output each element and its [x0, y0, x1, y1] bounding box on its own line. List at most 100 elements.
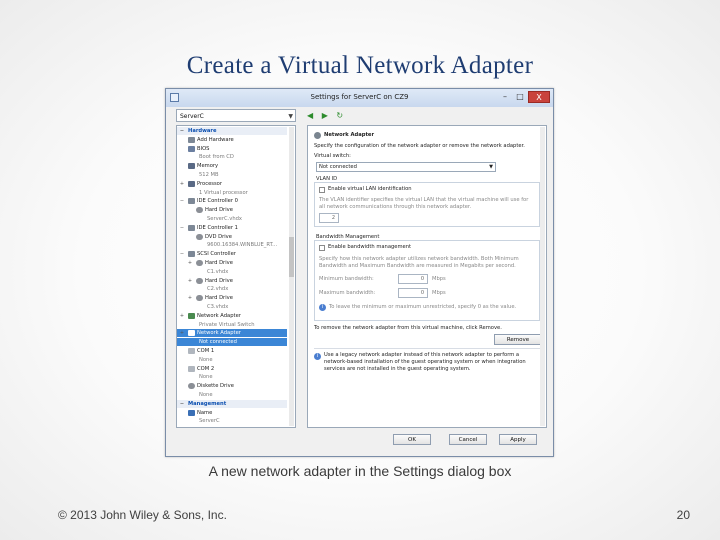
collapse-icon[interactable]: −: [179, 197, 185, 205]
legacy-adapter-note: Use a legacy network adapter instead of …: [324, 352, 526, 372]
tree-item-label: None: [199, 374, 213, 381]
remove-button[interactable]: Remove: [494, 334, 542, 345]
tree-item-detail[interactable]: None: [177, 373, 287, 381]
tree-item[interactable]: + Network Adapter: [177, 312, 287, 320]
tree-item-label: None: [199, 356, 213, 363]
expand-icon[interactable]: +: [187, 277, 193, 285]
vm-selector[interactable]: ServerC ▼: [176, 109, 296, 122]
slide-caption: A new network adapter in the Settings di…: [208, 463, 512, 479]
min-bandwidth-input[interactable]: 0: [398, 274, 428, 284]
vlan-checkbox[interactable]: [319, 187, 325, 193]
tree-item-detail[interactable]: Private Virtual Switch: [177, 321, 287, 329]
collapse-icon[interactable]: −: [179, 400, 185, 408]
cancel-button[interactable]: Cancel: [449, 434, 487, 445]
dvd-drive-icon: [196, 233, 203, 240]
settings-scrollbar[interactable]: [540, 127, 545, 426]
expand-icon[interactable]: +: [187, 259, 193, 267]
tree-item-detail[interactable]: ServerC.vhdx: [177, 215, 287, 223]
close-button[interactable]: X: [528, 91, 550, 103]
tree-item[interactable]: + Hard Drive: [177, 259, 287, 267]
tree-item-detail[interactable]: 512 MB: [177, 171, 287, 179]
tree-item-detail[interactable]: Boot from CD: [177, 153, 287, 161]
chevron-down-icon: ▼: [489, 164, 493, 170]
tree-section[interactable]: − Management: [177, 399, 287, 408]
tree-item[interactable]: Hard Drive: [177, 206, 287, 214]
forward-arrow-icon[interactable]: ▶: [322, 111, 328, 120]
apply-button[interactable]: Apply: [499, 434, 537, 445]
expand-icon[interactable]: +: [179, 180, 185, 188]
tree-item-detail[interactable]: Not connected: [177, 338, 287, 347]
section-title: Network Adapter: [324, 132, 375, 138]
back-arrow-icon[interactable]: ◀: [307, 111, 313, 120]
dialog-title: Settings for ServerC on CZ9: [310, 93, 409, 101]
virtual-switch-select[interactable]: Not connected ▼: [316, 162, 496, 172]
expand-icon[interactable]: +: [179, 329, 185, 337]
tree-item[interactable]: + Hard Drive: [177, 277, 287, 285]
ok-button[interactable]: OK: [393, 434, 431, 445]
tree-item-detail[interactable]: None: [177, 356, 287, 364]
bios-icon: [188, 145, 195, 152]
tree-item[interactable]: − SCSI Controller: [177, 250, 287, 258]
tree-item[interactable]: − IDE Controller 1: [177, 224, 287, 232]
virtual-switch-label: Virtual switch:: [314, 153, 351, 159]
tree-section[interactable]: − Hardware: [177, 127, 287, 135]
hardware-icon: [188, 136, 195, 143]
vlan-description: The VLAN identifier specifies the virtua…: [319, 197, 529, 210]
vlan-id-input[interactable]: 2: [319, 213, 339, 223]
tree-item-label: Hardware: [188, 128, 217, 134]
tree-item[interactable]: + Hard Drive: [177, 294, 287, 302]
tree-item[interactable]: Name: [177, 409, 287, 417]
vlan-checkbox-label: Enable virtual LAN identification: [328, 186, 412, 192]
network-adapter-icon: [314, 132, 321, 139]
expand-icon[interactable]: +: [179, 312, 185, 320]
tree-item-detail[interactable]: ServerC: [177, 417, 287, 425]
intro-text: Specify the configuration of the network…: [314, 143, 525, 149]
bandwidth-checkbox[interactable]: [319, 245, 325, 251]
tree-item[interactable]: BIOS: [177, 145, 287, 153]
maximize-button[interactable]: □: [513, 91, 527, 103]
tree-item[interactable]: COM 1: [177, 347, 287, 355]
tree-item[interactable]: Add Hardware: [177, 136, 287, 144]
tree-item[interactable]: DVD Drive: [177, 233, 287, 241]
tree-item-label: Network Adapter: [197, 330, 241, 337]
tree-item-detail[interactable]: None: [177, 391, 287, 399]
tree-item-label: IDE Controller 0: [197, 198, 238, 205]
tree-scrollbar[interactable]: [289, 127, 294, 426]
tree-item-detail[interactable]: C2.vhdx: [177, 285, 287, 293]
collapse-icon[interactable]: −: [179, 224, 185, 232]
tree-item-detail[interactable]: C1.vhdx: [177, 268, 287, 276]
tree-item-label: 1 Virtual processor: [199, 189, 248, 196]
tree-item-detail[interactable]: 9600.16384.WINBLUE_RT...: [177, 241, 287, 249]
tree-item[interactable]: + Processor: [177, 180, 287, 188]
ide-controller-icon: [188, 198, 195, 205]
collapse-icon[interactable]: −: [179, 127, 185, 135]
dialog-titlebar[interactable]: Settings for ServerC on CZ9 – □ X: [166, 89, 553, 107]
tree-item-detail[interactable]: 1 Virtual processor: [177, 189, 287, 197]
tree-item-label: COM 2: [197, 365, 215, 372]
tree-item[interactable]: − IDE Controller 0: [177, 197, 287, 205]
tree-item[interactable]: Memory: [177, 162, 287, 170]
tree-item-detail[interactable]: C3.vhdx: [177, 303, 287, 311]
collapse-icon[interactable]: −: [179, 250, 185, 258]
refresh-icon[interactable]: ↻: [336, 111, 343, 120]
hardware-tree[interactable]: − Hardware Add Hardware BIOS Boot from CD Mem…: [176, 125, 296, 428]
expand-icon[interactable]: +: [187, 294, 193, 302]
tree-item-label: C3.vhdx: [207, 304, 229, 310]
vm-selector-value: ServerC: [180, 113, 204, 120]
name-icon: [188, 409, 195, 416]
tree-item[interactable]: Diskette Drive: [177, 382, 287, 390]
tree-item[interactable]: COM 2: [177, 365, 287, 373]
page-number: 20: [676, 508, 690, 522]
tree-scroll-thumb[interactable]: [289, 237, 294, 277]
tree-item-label: Processor: [197, 180, 222, 187]
tree-item[interactable]: + Network Adapter: [177, 329, 287, 338]
network-adapter-settings: Network Adapter Specify the configuratio…: [307, 125, 547, 428]
minimize-button[interactable]: –: [498, 91, 512, 103]
diskette-drive-icon: [188, 383, 195, 390]
tree-item-label: DVD Drive: [205, 233, 232, 240]
max-bandwidth-input[interactable]: 0: [398, 288, 428, 298]
tree-item-label: Private Virtual Switch: [199, 321, 255, 328]
network-adapter-icon: [188, 330, 195, 337]
scsi-controller-icon: [188, 251, 195, 258]
hard-drive-icon: [196, 277, 203, 284]
